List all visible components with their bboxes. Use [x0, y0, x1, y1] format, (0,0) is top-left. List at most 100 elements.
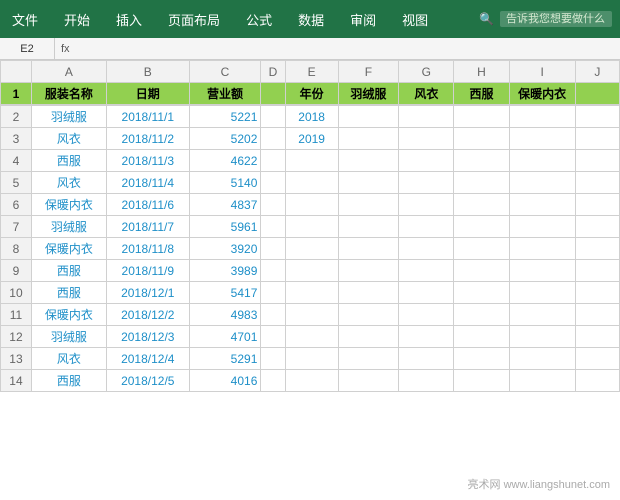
cell-G12[interactable] [399, 326, 454, 348]
col-header-G[interactable]: G [399, 61, 454, 83]
cell-D6[interactable] [261, 194, 285, 216]
cell-A11[interactable]: 保暖内衣 [31, 304, 106, 326]
cell-C14[interactable]: 4016 [189, 370, 261, 392]
search-input[interactable] [506, 13, 606, 25]
cell-E10[interactable] [285, 282, 338, 304]
cell-G2[interactable] [399, 106, 454, 128]
cell-C12[interactable]: 4701 [189, 326, 261, 348]
menu-data[interactable]: 数据 [294, 8, 328, 31]
cell-A8[interactable]: 保暖内衣 [31, 238, 106, 260]
cell-D12[interactable] [261, 326, 285, 348]
cell-F12[interactable] [338, 326, 399, 348]
menu-home[interactable]: 开始 [60, 8, 94, 31]
cell-F8[interactable] [338, 238, 399, 260]
cell-I13[interactable] [509, 348, 575, 370]
cell-F13[interactable] [338, 348, 399, 370]
cell-B6[interactable]: 2018/11/6 [106, 194, 189, 216]
row-num-12[interactable]: 12 [1, 326, 32, 348]
cell-D1[interactable] [261, 83, 285, 105]
cell-D4[interactable] [261, 150, 285, 172]
cell-C11[interactable]: 4983 [189, 304, 261, 326]
row-num-9[interactable]: 9 [1, 260, 32, 282]
cell-E14[interactable] [285, 370, 338, 392]
row-num-4[interactable]: 4 [1, 150, 32, 172]
col-header-I[interactable]: I [509, 61, 575, 83]
cell-G1[interactable]: 风衣 [399, 83, 454, 105]
cell-A4[interactable]: 西服 [31, 150, 106, 172]
cell-E12[interactable] [285, 326, 338, 348]
cell-H1[interactable]: 西服 [454, 83, 509, 105]
cell-I6[interactable] [509, 194, 575, 216]
cell-I3[interactable] [509, 128, 575, 150]
row-num-6[interactable]: 6 [1, 194, 32, 216]
col-header-C[interactable]: C [189, 61, 261, 83]
row-num-10[interactable]: 10 [1, 282, 32, 304]
cell-G8[interactable] [399, 238, 454, 260]
cell-G4[interactable] [399, 150, 454, 172]
cell-H2[interactable] [454, 106, 509, 128]
cell-J7[interactable] [575, 216, 619, 238]
cell-I10[interactable] [509, 282, 575, 304]
cell-D8[interactable] [261, 238, 285, 260]
cell-E13[interactable] [285, 348, 338, 370]
cell-D7[interactable] [261, 216, 285, 238]
cell-H4[interactable] [454, 150, 509, 172]
cell-F4[interactable] [338, 150, 399, 172]
cell-I1[interactable]: 保暖内衣 [509, 83, 575, 105]
cell-F7[interactable] [338, 216, 399, 238]
cell-J13[interactable] [575, 348, 619, 370]
cell-B12[interactable]: 2018/12/3 [106, 326, 189, 348]
cell-J3[interactable] [575, 128, 619, 150]
cell-E3[interactable]: 2019 [285, 128, 338, 150]
cell-B11[interactable]: 2018/12/2 [106, 304, 189, 326]
cell-F11[interactable] [338, 304, 399, 326]
cell-D2[interactable] [261, 106, 285, 128]
cell-E9[interactable] [285, 260, 338, 282]
cell-E7[interactable] [285, 216, 338, 238]
cell-I8[interactable] [509, 238, 575, 260]
cell-H14[interactable] [454, 370, 509, 392]
col-header-A[interactable]: A [31, 61, 106, 83]
cell-I5[interactable] [509, 172, 575, 194]
cell-B1[interactable]: 日期 [106, 83, 189, 105]
cell-D5[interactable] [261, 172, 285, 194]
cell-C4[interactable]: 4622 [189, 150, 261, 172]
menu-view[interactable]: 视图 [398, 8, 432, 31]
cell-J14[interactable] [575, 370, 619, 392]
menu-page-layout[interactable]: 页面布局 [164, 8, 224, 31]
cell-A14[interactable]: 西服 [31, 370, 106, 392]
col-header-B[interactable]: B [106, 61, 189, 83]
cell-C7[interactable]: 5961 [189, 216, 261, 238]
cell-C5[interactable]: 5140 [189, 172, 261, 194]
cell-I9[interactable] [509, 260, 575, 282]
cell-G6[interactable] [399, 194, 454, 216]
cell-F10[interactable] [338, 282, 399, 304]
cell-I14[interactable] [509, 370, 575, 392]
cell-B13[interactable]: 2018/12/4 [106, 348, 189, 370]
cell-E6[interactable] [285, 194, 338, 216]
cell-B7[interactable]: 2018/11/7 [106, 216, 189, 238]
cell-G9[interactable] [399, 260, 454, 282]
cell-B3[interactable]: 2018/11/2 [106, 128, 189, 150]
cell-J4[interactable] [575, 150, 619, 172]
cell-C2[interactable]: 5221 [189, 106, 261, 128]
cell-F3[interactable] [338, 128, 399, 150]
cell-F14[interactable] [338, 370, 399, 392]
menu-bar[interactable]: 文件 开始 插入 页面布局 公式 数据 审阅 视图 [8, 8, 432, 31]
cell-J2[interactable] [575, 106, 619, 128]
row-num-3[interactable]: 3 [1, 128, 32, 150]
cell-I4[interactable] [509, 150, 575, 172]
cell-I11[interactable] [509, 304, 575, 326]
cell-C1[interactable]: 营业额 [189, 83, 261, 105]
cell-J11[interactable] [575, 304, 619, 326]
cell-A7[interactable]: 羽绒服 [31, 216, 106, 238]
col-header-J[interactable]: J [575, 61, 619, 83]
cell-B4[interactable]: 2018/11/3 [106, 150, 189, 172]
cell-J1[interactable] [575, 83, 619, 105]
menu-insert[interactable]: 插入 [112, 8, 146, 31]
cell-H8[interactable] [454, 238, 509, 260]
menu-review[interactable]: 审阅 [346, 8, 380, 31]
cell-G3[interactable] [399, 128, 454, 150]
cell-C13[interactable]: 5291 [189, 348, 261, 370]
cell-A2[interactable]: 羽绒服 [31, 106, 106, 128]
